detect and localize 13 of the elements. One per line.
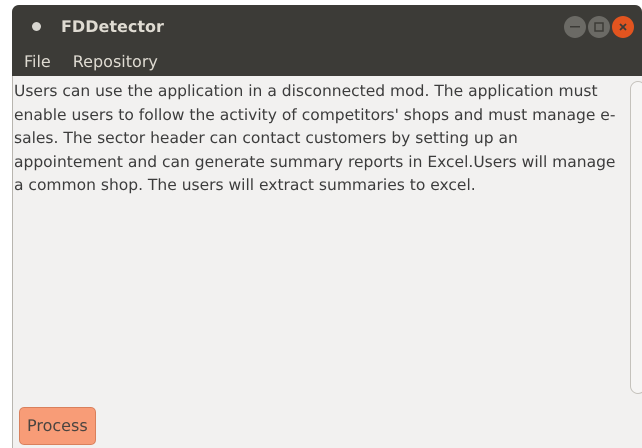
close-icon xyxy=(618,22,628,32)
window-title: FDDetector xyxy=(61,16,164,38)
maximize-icon xyxy=(594,22,604,32)
app-icon xyxy=(32,22,41,31)
scrollbar[interactable] xyxy=(630,81,642,394)
process-button[interactable]: Process xyxy=(19,407,96,445)
maximize-button[interactable] xyxy=(588,16,610,38)
close-button[interactable] xyxy=(612,16,634,38)
text-area[interactable]: Users can use the application in a disconnected mod. The application must enable users to follow the activity of competitors' shops and must manage e-sales. The sector header can contact customers by setting up an appointement and can generate summary reports in Excel.Users will manage a common shop. The users will extract summaries to excel. xyxy=(13,76,630,404)
minimize-icon xyxy=(570,26,580,28)
menu-item[interactable]: File xyxy=(22,50,53,74)
minimize-button[interactable] xyxy=(564,16,586,38)
menu-item[interactable]: Repository xyxy=(70,50,160,74)
